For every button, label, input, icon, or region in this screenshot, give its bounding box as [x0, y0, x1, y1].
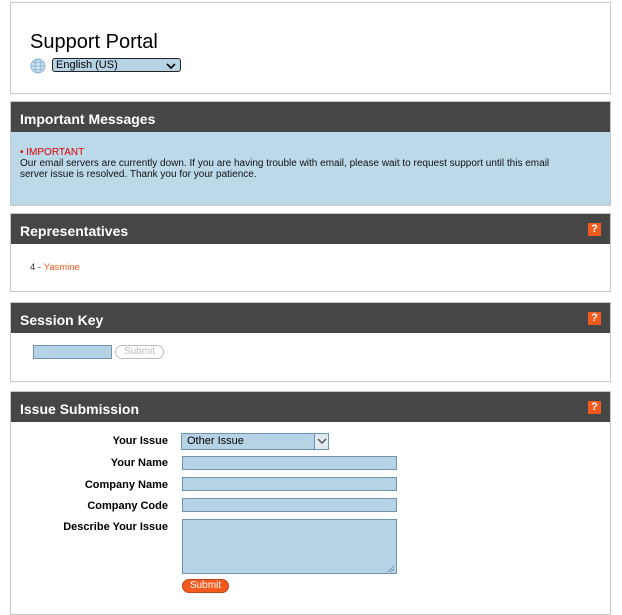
company-code-label: Company Code	[87, 500, 168, 512]
issue-submission-title: Issue Submission	[20, 401, 140, 417]
rep-name-link[interactable]: Yasmine	[44, 262, 80, 273]
language-select[interactable]: English (US)	[52, 58, 181, 72]
describe-issue-textarea[interactable]	[182, 519, 397, 574]
session-key-header: Session Key ?	[11, 303, 610, 333]
representatives-title: Representatives	[20, 223, 129, 239]
issue-submit-button[interactable]: Submit	[182, 579, 229, 593]
message-body: • IMPORTANT Our email servers are curren…	[11, 132, 610, 180]
company-code-field[interactable]	[182, 498, 397, 512]
message-label: IMPORTANT	[26, 147, 85, 158]
session-key-input[interactable]	[33, 345, 112, 359]
issue-select-value: Other Issue	[187, 435, 244, 447]
list-item: 4 - Yasmine	[11, 244, 610, 273]
important-messages-panel: Important Messages • IMPORTANT Our email…	[10, 101, 611, 206]
chevron-down-icon	[166, 61, 176, 70]
message-label-row: • IMPORTANT	[20, 147, 85, 158]
issue-submission-header: Issue Submission ?	[11, 392, 610, 422]
rep-prefix: 4 -	[30, 262, 44, 273]
issue-submission-panel: Issue Submission ? Your Issue Other Issu…	[10, 391, 611, 615]
language-select-value: English (US)	[56, 59, 118, 71]
portal-header-panel: Support Portal English (US)	[10, 2, 611, 94]
chevron-down-icon	[314, 434, 328, 449]
important-messages-header: Important Messages	[11, 102, 610, 132]
message-text: Our email servers are currently down. If…	[20, 158, 550, 180]
portal-title: Support Portal	[30, 31, 158, 53]
representatives-panel: Representatives ? 4 - Yasmine	[10, 213, 611, 292]
name-field[interactable]	[182, 456, 397, 470]
issue-label: Your Issue	[112, 435, 168, 447]
describe-label: Describe Your Issue	[63, 521, 168, 533]
globe-icon	[30, 58, 46, 74]
company-name-field[interactable]	[182, 477, 397, 491]
session-key-submit-button[interactable]: Submit	[115, 345, 164, 359]
resize-grip-icon[interactable]	[387, 564, 395, 573]
company-name-label: Company Name	[84, 479, 168, 491]
issue-select[interactable]: Other Issue	[181, 433, 329, 450]
help-icon[interactable]: ?	[588, 401, 601, 414]
session-key-title: Session Key	[20, 312, 104, 328]
representatives-header: Representatives ?	[11, 214, 610, 244]
help-icon[interactable]: ?	[588, 312, 601, 325]
help-icon[interactable]: ?	[588, 223, 601, 236]
name-label: Your Name	[110, 457, 168, 469]
session-key-panel: Session Key ? Submit	[10, 302, 611, 382]
